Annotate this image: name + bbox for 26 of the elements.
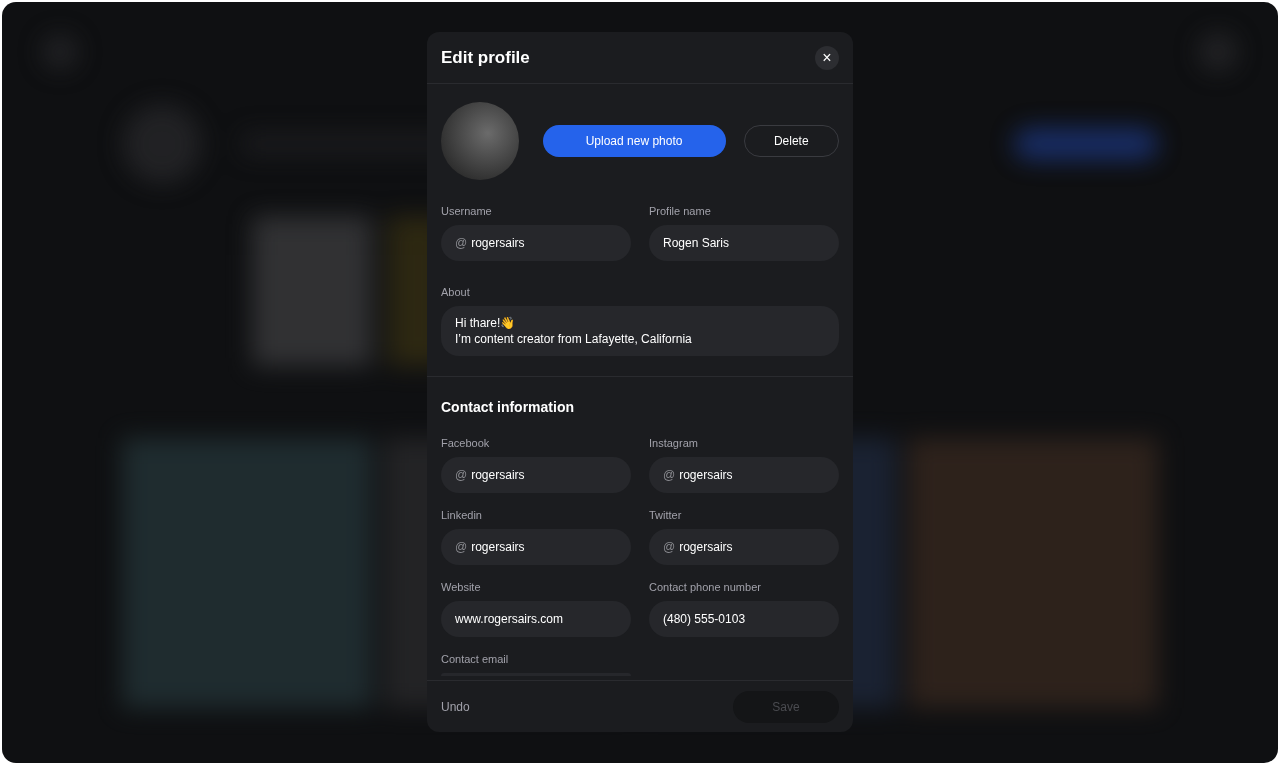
about-text-area[interactable]: Hi thare!👋 I’m content creator from Lafayette, California [441, 306, 839, 356]
about-text-line: Hi thare!👋 [455, 315, 517, 331]
undo-button[interactable]: Undo [441, 697, 470, 716]
about-text-line: I’m content creator from Lafayette, California [455, 331, 693, 347]
section-heading: Contact information [441, 398, 575, 417]
input-field[interactable]: (480) 555-0103 [649, 601, 839, 637]
field-label: Profile name [649, 204, 712, 218]
field-label: Twitter [649, 508, 683, 522]
close-button[interactable]: × [815, 45, 839, 70]
input-field[interactable]: @ rogersairs [441, 457, 631, 493]
field-label: Instagram [649, 436, 699, 450]
field-label: Website [441, 580, 482, 594]
upload-photo-button[interactable]: Upload new photo [542, 125, 726, 157]
input-field[interactable]: @ rogersairs [441, 225, 631, 261]
field-label: About [441, 285, 471, 299]
field-label: Username [441, 204, 493, 218]
input-field[interactable]: @ rogersairs [649, 457, 839, 493]
input-field[interactable]: Rogen Saris [649, 225, 839, 261]
field-label: Contact phone number [649, 580, 762, 594]
input-field[interactable]: @ rogersairs [649, 529, 839, 565]
field-label: Facebook [441, 436, 491, 450]
input-field[interactable]: www.rogersairs.com [441, 601, 631, 637]
field-label: Linkedin [441, 508, 483, 522]
field-label: Contact email [441, 652, 510, 666]
dialog-title: Edit profile [441, 46, 530, 69]
input-field[interactable]: @ rogersairs [441, 529, 631, 565]
